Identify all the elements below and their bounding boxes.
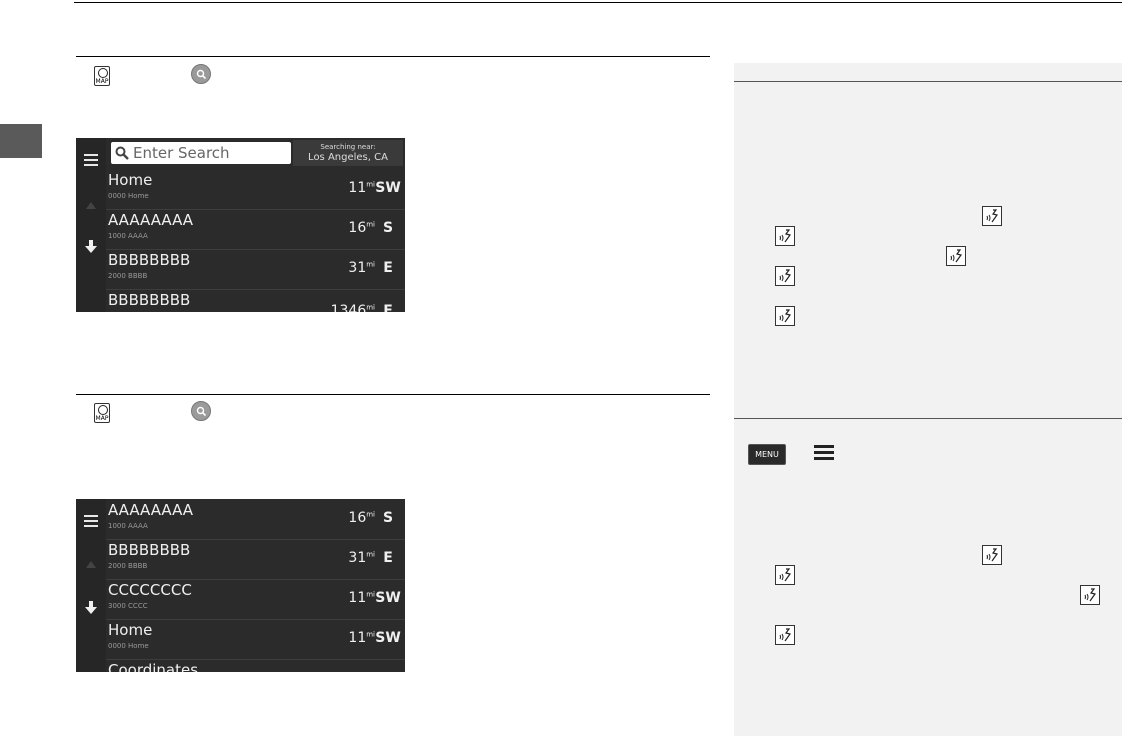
voice-command-icon [946, 246, 966, 266]
distance: 11mi [348, 180, 375, 196]
distance: 16mi [348, 220, 375, 236]
distance: 1346mi [330, 303, 375, 312]
magnifier-icon [115, 146, 129, 160]
distance: 11mi [348, 590, 375, 606]
list-item[interactable]: AAAAAAAA 1000 AAAA 16mi S [106, 499, 405, 540]
direction: E [383, 260, 393, 276]
map-icon: MAP [94, 403, 110, 423]
list-item[interactable]: AAAAAAAA 1000 AAAA 16mi S [106, 209, 405, 250]
searching-near-city: Los Angeles, CA [308, 152, 388, 163]
voice-command-icon [1080, 585, 1100, 605]
navigation-screen-search: Enter Search Searching near: Los Angeles… [76, 138, 405, 312]
list-item[interactable]: BBBBBBBB 2000 BBBB 31mi E [106, 539, 405, 580]
map-icon: MAP [94, 66, 110, 86]
list-item[interactable]: BBBBBBBB 2000 BBBB 31mi E [106, 249, 405, 290]
menu-icon[interactable] [84, 154, 98, 166]
menu-button-icon: MENU [748, 444, 786, 465]
list-menu-icon [814, 445, 834, 465]
list-item[interactable]: Coordinates [106, 659, 405, 672]
section-rule-1 [76, 56, 710, 57]
voice-command-icon [775, 226, 795, 246]
voice-command-icon [775, 306, 795, 326]
list-item[interactable]: Home 0000 Home 11mi SW [106, 169, 405, 210]
search-icon [191, 401, 211, 421]
distance: 16mi [348, 510, 375, 526]
voice-command-icon [775, 565, 795, 585]
voice-command-icon [982, 545, 1002, 565]
top-rule [74, 2, 1122, 3]
direction: SW [375, 630, 401, 646]
scroll-up-icon[interactable] [86, 202, 96, 209]
list-item[interactable]: CCCCCCCC 3000 CCCC 11mi SW [106, 579, 405, 620]
scroll-down-icon[interactable] [85, 240, 97, 254]
scroll-down-icon[interactable] [85, 601, 97, 615]
list-item[interactable]: BBBBBBBB 1346mi E [106, 289, 405, 312]
searching-near-button[interactable]: Searching near: Los Angeles, CA [293, 140, 403, 166]
voice-command-icon [982, 206, 1002, 226]
section-rule-2 [76, 394, 710, 395]
direction: E [383, 303, 393, 312]
direction: S [382, 510, 394, 526]
distance: 11mi [348, 630, 375, 646]
menu-icon[interactable] [84, 515, 98, 527]
search-input[interactable]: Enter Search [111, 142, 291, 164]
direction: E [383, 550, 393, 566]
direction: SW [375, 590, 401, 606]
direction: S [382, 220, 394, 236]
distance: 31mi [348, 550, 375, 566]
scroll-up-icon[interactable] [86, 561, 96, 568]
search-placeholder: Enter Search [133, 144, 230, 162]
panel-middle-rule [734, 418, 1122, 419]
panel-top-rule [734, 81, 1122, 82]
voice-command-icon [775, 266, 795, 286]
voice-command-icon [775, 625, 795, 645]
navigation-screen-recent: AAAAAAAA 1000 AAAA 16mi S BBBBBBBB 2000 … [76, 499, 405, 672]
list-item[interactable]: Home 0000 Home 11mi SW [106, 619, 405, 660]
distance: 31mi [348, 260, 375, 276]
direction: SW [375, 180, 401, 196]
searching-near-label: Searching near: [320, 143, 376, 151]
search-icon [191, 64, 211, 84]
chapter-tab [0, 124, 42, 158]
